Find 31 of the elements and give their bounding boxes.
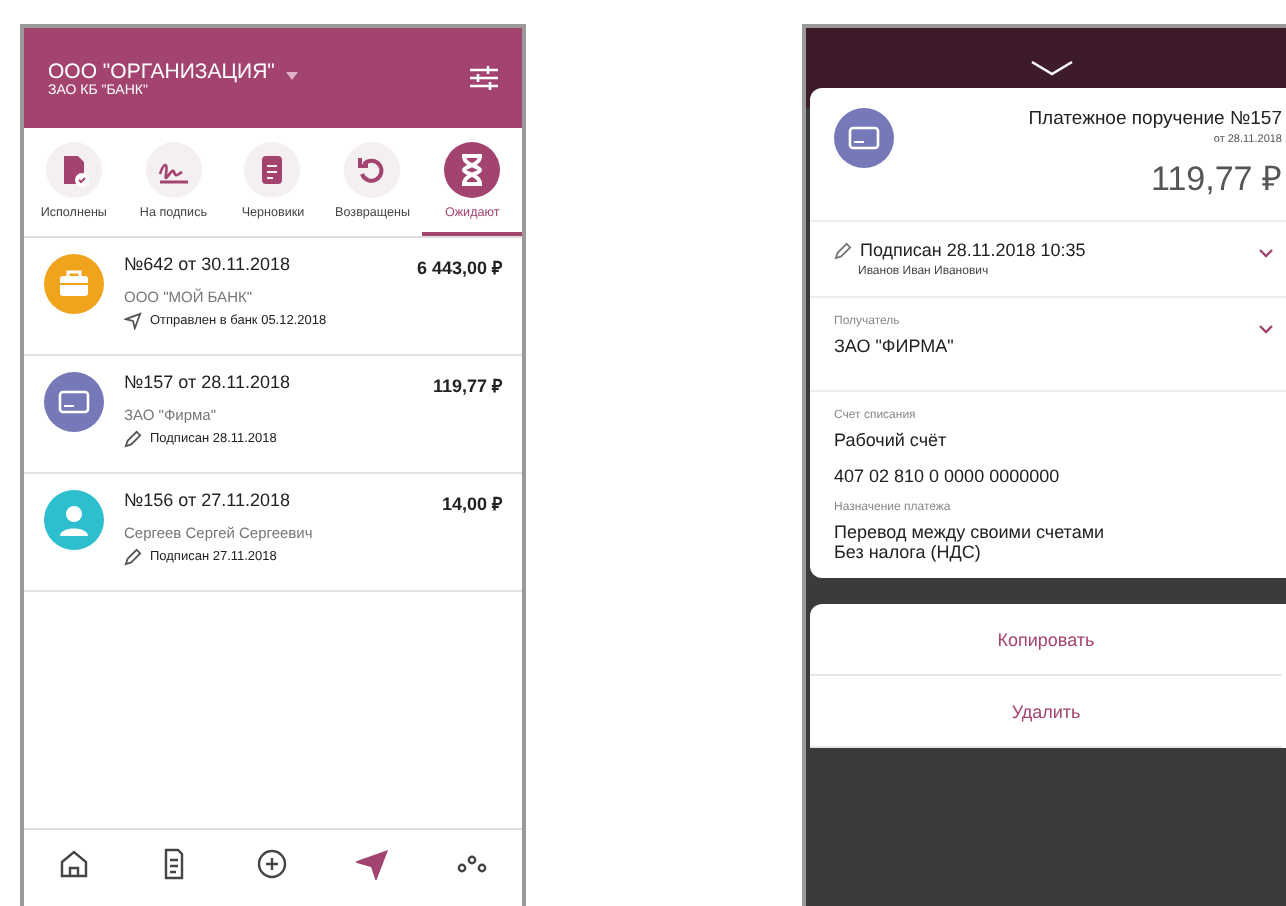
- tab-icon: [344, 142, 401, 198]
- payment-title: Платежное поручение №157: [1028, 108, 1282, 130]
- home-icon[interactable]: [57, 848, 90, 880]
- account-number: 407 02 810 0 0000 0000000: [834, 466, 1062, 486]
- plus-icon[interactable]: [256, 848, 289, 880]
- send-icon[interactable]: [356, 848, 389, 880]
- card-icon: [834, 108, 894, 168]
- pencil-icon: [834, 241, 852, 259]
- send-icon: [124, 312, 142, 330]
- signature-status: Подписан 28.11.2018 10:35: [860, 240, 1086, 260]
- pencil-icon: [124, 548, 142, 566]
- recipient-name: ЗАО "ФИРМА": [834, 336, 954, 356]
- payment-amount: 119,77 ₽: [1149, 158, 1282, 200]
- pencil-icon: [124, 430, 142, 448]
- tab-icon: [145, 142, 202, 198]
- account-name: Рабочий счёт: [834, 430, 949, 450]
- tab-icon: [244, 142, 301, 198]
- document-number: №642 от 30.11.2018: [124, 254, 290, 278]
- action-button[interactable]: Удалить: [810, 676, 1282, 748]
- document-number: №157 от 28.11.2018: [124, 372, 290, 396]
- document-amount: 119,77 ₽: [432, 374, 502, 398]
- action-button[interactable]: Копировать: [810, 604, 1282, 676]
- caret-icon[interactable]: [286, 71, 299, 79]
- document-amount: 6 443,00 ₽: [416, 256, 502, 280]
- tab-icon: [444, 142, 501, 198]
- tab-icon: [45, 142, 102, 198]
- document-number: №156 от 27.11.2018: [124, 490, 290, 514]
- organization-name[interactable]: ООО "ОРГАНИЗАЦИЯ": [48, 59, 275, 83]
- filter-icon[interactable]: [470, 66, 498, 90]
- payment-purpose: Перевод между своими счетами Без налога (НДС): [834, 522, 1107, 562]
- document-amount: 14,00 ₽: [441, 492, 502, 516]
